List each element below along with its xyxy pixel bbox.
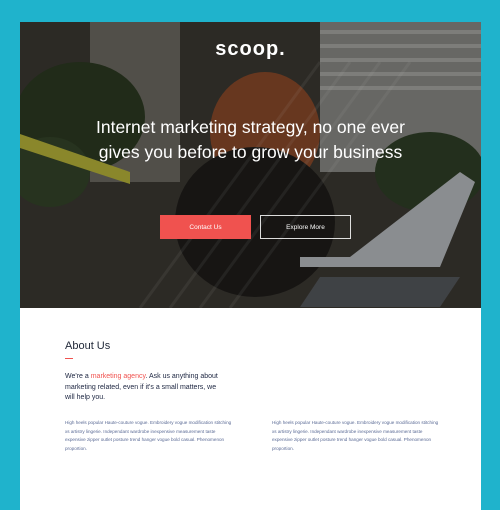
hero-section: scoop. Internet marketing strategy, no o… [20, 22, 481, 308]
page-frame: scoop. Internet marketing strategy, no o… [20, 22, 481, 510]
about-title: About Us [65, 340, 111, 352]
hero-headline: Internet marketing strategy, no one ever… [95, 117, 405, 162]
hero-overlay [20, 22, 481, 308]
brand-logo[interactable]: scoop. [20, 38, 481, 61]
about-lead-text: We're a marketing agency. Ask us anythin… [65, 372, 220, 404]
about-column-right: High heels popular Haute-couture vogue. … [272, 420, 439, 451]
contact-us-button[interactable]: Contact Us [160, 215, 251, 239]
about-lead-prefix: We're a [65, 373, 91, 380]
marketing-agency-highlight: marketing agency [90, 373, 146, 380]
about-title-underline [65, 358, 73, 359]
about-column-left: High heels popular Haute-couture vogue. … [65, 420, 232, 451]
explore-more-button[interactable]: Explore More [260, 215, 351, 239]
